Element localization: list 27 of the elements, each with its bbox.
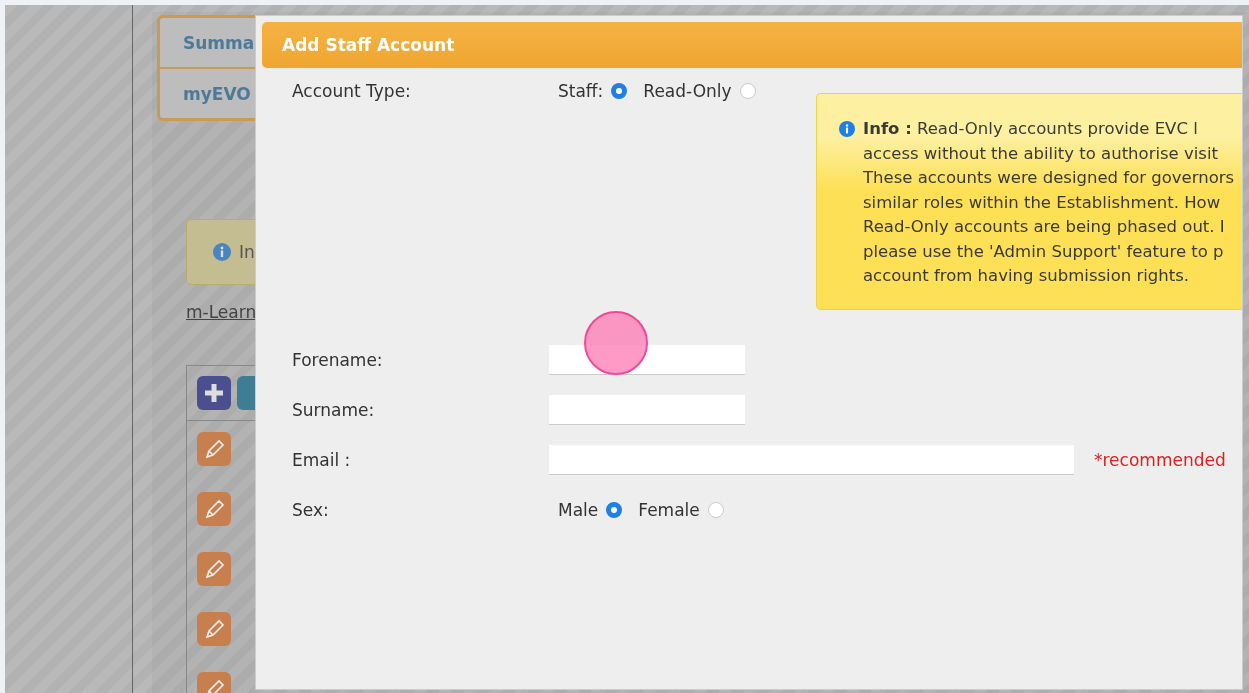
recommended-note: *recommended <box>1094 450 1226 470</box>
add-icon[interactable] <box>196 375 232 411</box>
pencil-icon[interactable] <box>196 491 232 527</box>
pencil-icon[interactable] <box>196 551 232 587</box>
info-icon <box>213 243 231 261</box>
info-icon <box>839 121 855 137</box>
input-field[interactable] <box>549 395 745 425</box>
radio-label: Staff: <box>558 81 604 101</box>
radio-label: Male <box>558 500 599 520</box>
field-label: Email : <box>292 450 352 470</box>
dialog-title: Add Staff Account <box>262 22 1242 68</box>
radio-button[interactable] <box>707 502 724 518</box>
field-label: Forename: <box>292 350 384 370</box>
input-field[interactable] <box>549 445 1074 475</box>
pencil-icon[interactable] <box>196 431 232 467</box>
radio-label: Female <box>638 500 700 520</box>
field-label: Surname: <box>292 400 376 420</box>
info-text: Info : Read-Only accounts provide EVC l access without the ability to authorise visit These accounts were designed for governors similar roles within the Establishment. How Read-Only accounts are being phased out. I please use the 'Admin Support' feature to p account from having submission rights. <box>863 118 1235 287</box>
radio-label: Read-Only <box>643 81 732 101</box>
field-label: Sex: <box>292 500 330 520</box>
info-label: In <box>239 242 255 262</box>
link[interactable]: m-Learn <box>186 302 257 322</box>
pencil-icon[interactable] <box>196 611 232 647</box>
field-label: Account Type: <box>292 81 412 101</box>
radio-button[interactable] <box>606 502 623 518</box>
radio-button[interactable] <box>739 83 756 99</box>
radio-button[interactable] <box>611 83 628 99</box>
